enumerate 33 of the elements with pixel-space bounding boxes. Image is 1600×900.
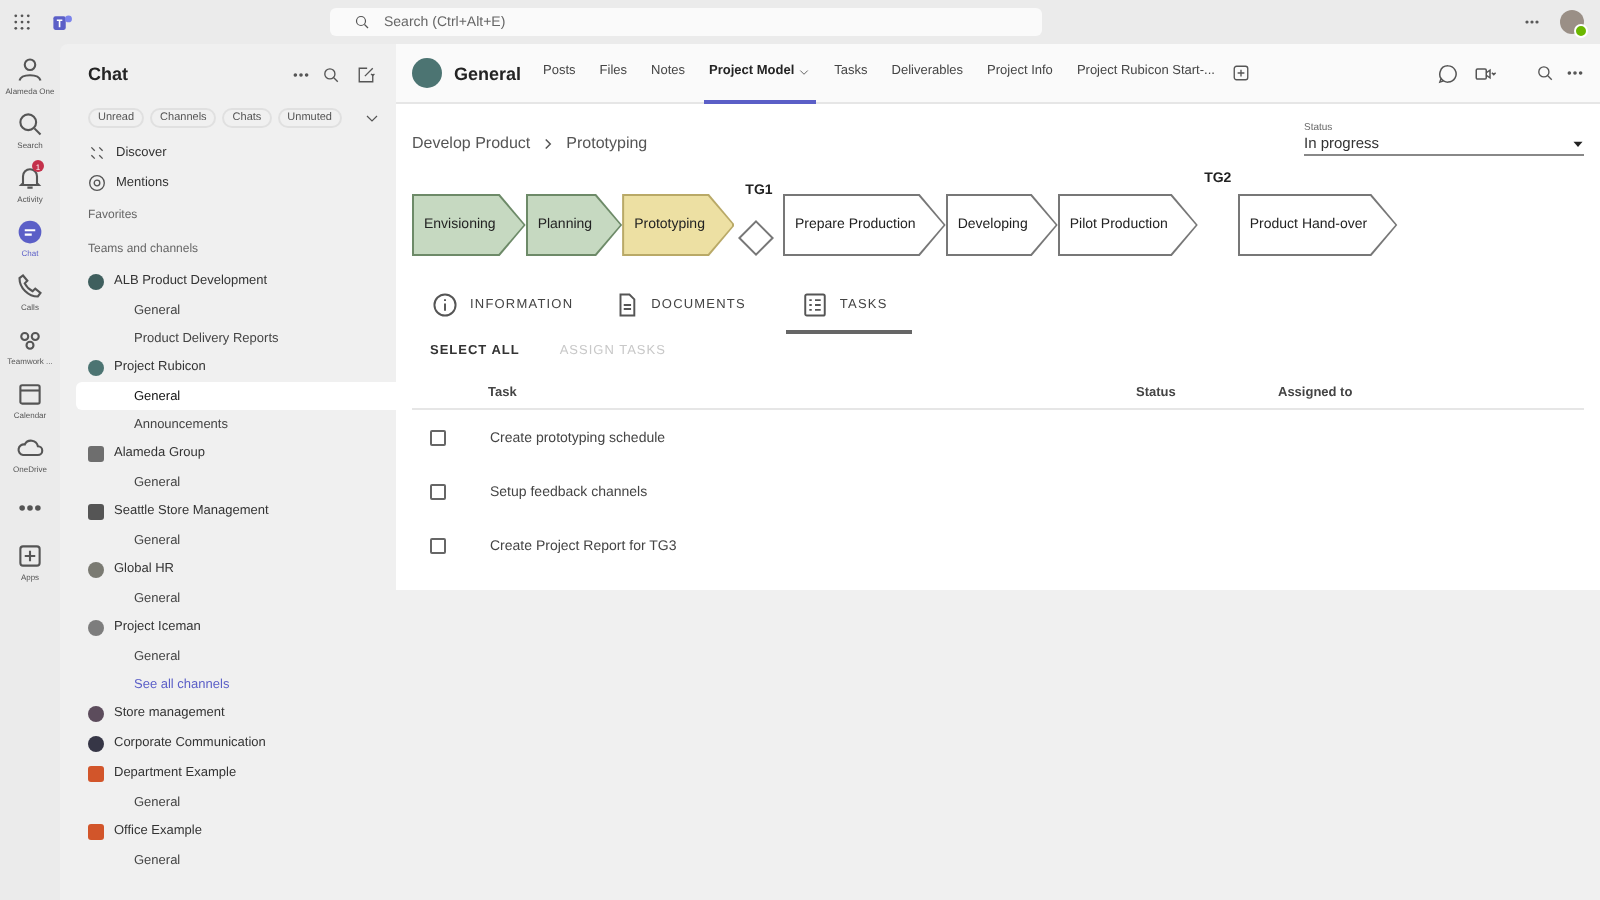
channel-avatar: [412, 58, 442, 88]
add-icon: [16, 541, 44, 569]
checklist-icon: [801, 292, 828, 318]
app-grid-icon: [12, 12, 32, 32]
video-camera-icon: [1470, 63, 1500, 83]
dropdown-arrow-icon: [1572, 137, 1584, 149]
sparkle-icon: [88, 144, 106, 162]
user-avatar[interactable]: [1560, 10, 1584, 34]
chevron-down-icon: [798, 65, 811, 77]
add-tab-icon: [1232, 64, 1251, 82]
panel-title: Chat: [88, 64, 130, 84]
row-checkbox[interactable]: [430, 484, 446, 501]
chat-icon: [16, 217, 44, 245]
row-checkbox[interactable]: [430, 430, 446, 446]
phone-icon: [16, 271, 44, 299]
gate-diamond: [738, 220, 775, 256]
app-logo-icon: [52, 11, 74, 33]
chat-bubble-icon: [1438, 63, 1458, 83]
chevron-down-icon: [364, 110, 380, 126]
people-icon: [16, 55, 44, 83]
breadcrumb-item: Prototyping: [566, 134, 648, 152]
channel-title: General: [454, 63, 522, 83]
bell-icon: [16, 163, 44, 191]
search-icon: [322, 65, 340, 83]
search-icon: [1536, 64, 1554, 82]
row-checkbox[interactable]: [430, 538, 446, 555]
chevron-right-icon: [542, 137, 555, 149]
search-icon: [354, 14, 370, 30]
breadcrumb-item[interactable]: Develop Product: [412, 134, 531, 152]
info-icon: [432, 292, 458, 318]
search-icon: [16, 109, 44, 137]
calendar-icon: [16, 379, 44, 407]
at-sign-icon: [88, 174, 106, 192]
